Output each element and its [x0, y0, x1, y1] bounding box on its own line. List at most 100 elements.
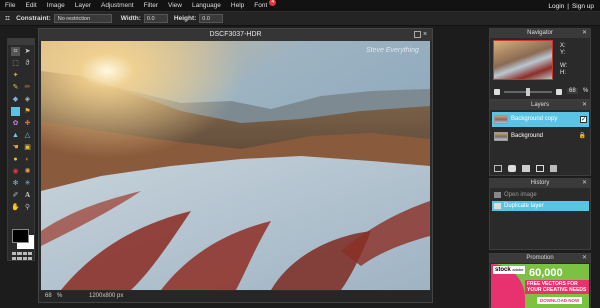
redeye-tool-icon[interactable]: ◉	[11, 167, 20, 176]
bucket-tool-icon[interactable]: ◈	[23, 95, 32, 104]
layers-title: Layers	[530, 102, 549, 108]
layers-header[interactable]: Layers ✕	[490, 101, 590, 110]
menu-layer[interactable]: Layer	[70, 2, 96, 9]
layer-row[interactable]: Background copy ✓	[492, 112, 589, 127]
layer-thumbnail	[494, 132, 508, 141]
dodge-tool-icon[interactable]: ●	[11, 155, 20, 164]
toolbox: ⌗ ➤ ⬚ ϑ ✦ ✎ ✏ ◆ ◈ ⚑ ✿ ✚ ▲ △ ☚ ▣ ● ◐ ◉ ✺ …	[7, 38, 35, 261]
canvas-image[interactable]: Steve Everything	[41, 41, 430, 290]
close-icon[interactable]: ✕	[582, 254, 587, 263]
nav-zoom-value[interactable]: 68	[567, 88, 578, 94]
promotion-title: Promotion	[526, 255, 554, 261]
menu-filter[interactable]: Filter	[139, 2, 163, 9]
menu-adjustment[interactable]: Adjustment	[96, 2, 139, 9]
zoom-slider[interactable]	[504, 88, 552, 96]
history-item-icon	[494, 203, 501, 209]
pencil-tool-icon[interactable]: ✎	[11, 83, 20, 92]
menu-image[interactable]: Image	[42, 2, 70, 9]
mask-icon[interactable]	[508, 165, 516, 172]
constraint-select[interactable]: No restriction	[53, 14, 112, 23]
promotion-panel: Promotion ✕ stock adobe 60,000 FREE VECTO…	[489, 253, 591, 308]
menu-file[interactable]: File	[0, 2, 20, 9]
zoom-slider-handle[interactable]	[526, 88, 530, 96]
canvas-window: DSCF3037-HDR × Steve Everything 68 % 120…	[38, 28, 433, 303]
zoom-out-icon[interactable]	[494, 89, 500, 95]
bloat-tool-icon[interactable]: ✻	[11, 179, 20, 188]
signup-link[interactable]: Sign up	[572, 3, 594, 10]
font-count-badge: 4	[269, 0, 277, 6]
close-icon[interactable]: ✕	[582, 179, 587, 188]
stock-logo-text: stock	[495, 267, 511, 273]
navigator-header[interactable]: Navigator ✕	[490, 29, 590, 38]
lasso-tool-icon[interactable]: ϑ	[23, 59, 32, 68]
login-link[interactable]: Login	[548, 3, 564, 10]
new-layer-icon[interactable]	[536, 165, 544, 172]
sharpen-tool-icon[interactable]: △	[23, 131, 32, 140]
layer-style-icon[interactable]	[494, 165, 502, 172]
foreground-color-swatch[interactable]	[12, 229, 29, 243]
colorreplace-tool-icon[interactable]: ✿	[11, 119, 20, 128]
spotheal-tool-icon[interactable]: ✺	[23, 167, 32, 176]
height-field[interactable]: 0.0	[199, 14, 224, 23]
pinch-tool-icon[interactable]: ✳	[23, 179, 32, 188]
move-tool-icon[interactable]: ➤	[23, 47, 32, 56]
history-item[interactable]: Duplicate layer	[492, 201, 589, 211]
layer-row[interactable]: Background 🔒	[492, 129, 589, 144]
menu-view[interactable]: View	[163, 2, 187, 9]
zoom-tool-icon[interactable]: ⚲	[23, 203, 32, 212]
gradient-tool-icon[interactable]	[11, 107, 20, 116]
history-item-label: Duplicate layer	[504, 203, 544, 209]
crop-tool-icon[interactable]: ⌗	[11, 47, 20, 56]
menu-font[interactable]: Font 4	[249, 0, 277, 9]
zoom-value[interactable]: 68	[45, 291, 52, 302]
promo-line2: YOUR CREATIVE NEEDS	[527, 287, 587, 293]
blur-tool-icon[interactable]: ▲	[11, 131, 20, 140]
landscape-photo	[41, 41, 430, 290]
nav-x-label: X:	[560, 43, 566, 49]
promotion-ad[interactable]: stock adobe 60,000 FREE VECTORS FOR YOUR…	[491, 264, 589, 308]
smudge-tool-icon[interactable]: ☚	[11, 143, 20, 152]
adobe-label: adobe	[512, 267, 524, 272]
menu-language[interactable]: Language	[187, 2, 226, 9]
layer-name: Background	[511, 133, 544, 139]
drawing-tool-icon[interactable]: ✚	[23, 119, 32, 128]
delete-layer-icon[interactable]	[550, 165, 557, 172]
new-folder-icon[interactable]	[522, 165, 530, 172]
menu-help[interactable]: Help	[226, 2, 249, 9]
layers-panel: Layers ✕ Background copy ✓ Background 🔒	[489, 100, 591, 176]
clone-tool-icon[interactable]: ⚑	[23, 107, 32, 116]
crop-icon: ⌗	[5, 13, 11, 23]
zoom-in-icon[interactable]	[556, 89, 562, 95]
navigator-preview[interactable]	[493, 40, 553, 80]
eraser-tool-icon[interactable]: ◆	[11, 95, 20, 104]
height-label: Height:	[173, 15, 197, 22]
brush-tool-icon[interactable]: ✏	[23, 83, 32, 92]
wand-tool-icon[interactable]: ✦	[11, 71, 20, 80]
picker-tool-icon[interactable]: ✐	[11, 191, 20, 200]
watermark-text: Steve Everything	[366, 47, 419, 54]
burn-tool-icon[interactable]: ◐	[23, 155, 32, 164]
close-icon[interactable]: ×	[423, 31, 430, 38]
tool-options-bar: ⌗ Constraint: No restriction Width: 0.0 …	[0, 12, 600, 26]
close-icon[interactable]: ✕	[582, 101, 587, 110]
sponge-tool-icon[interactable]: ▣	[23, 143, 32, 152]
lock-icon: 🔒	[578, 133, 586, 139]
navigator-title: Navigator	[527, 30, 553, 36]
document-title: DSCF3037-HDR	[39, 29, 432, 41]
marquee-tool-icon[interactable]: ⬚	[11, 59, 20, 68]
history-item[interactable]: Open image	[492, 190, 589, 200]
menu-edit[interactable]: Edit	[20, 2, 41, 9]
close-icon[interactable]: ✕	[582, 29, 587, 38]
layer-actions	[494, 165, 584, 174]
palette-grid-icon[interactable]	[12, 252, 32, 260]
history-header[interactable]: History ✕	[490, 179, 590, 188]
hand-tool-icon[interactable]: ✋	[11, 203, 20, 212]
maximize-icon[interactable]	[414, 31, 421, 38]
promo-cta-button[interactable]: DOWNLOAD NOW	[537, 297, 583, 304]
image-dimensions: 1200x800 px	[89, 293, 124, 299]
status-bar: 68 % 1200x800 px	[39, 291, 432, 302]
layer-visible-checkbox[interactable]: ✓	[580, 116, 587, 123]
type-tool-icon[interactable]: A	[23, 191, 32, 200]
toolbox-header[interactable]	[8, 39, 34, 45]
width-field[interactable]: 0.0	[143, 14, 168, 23]
